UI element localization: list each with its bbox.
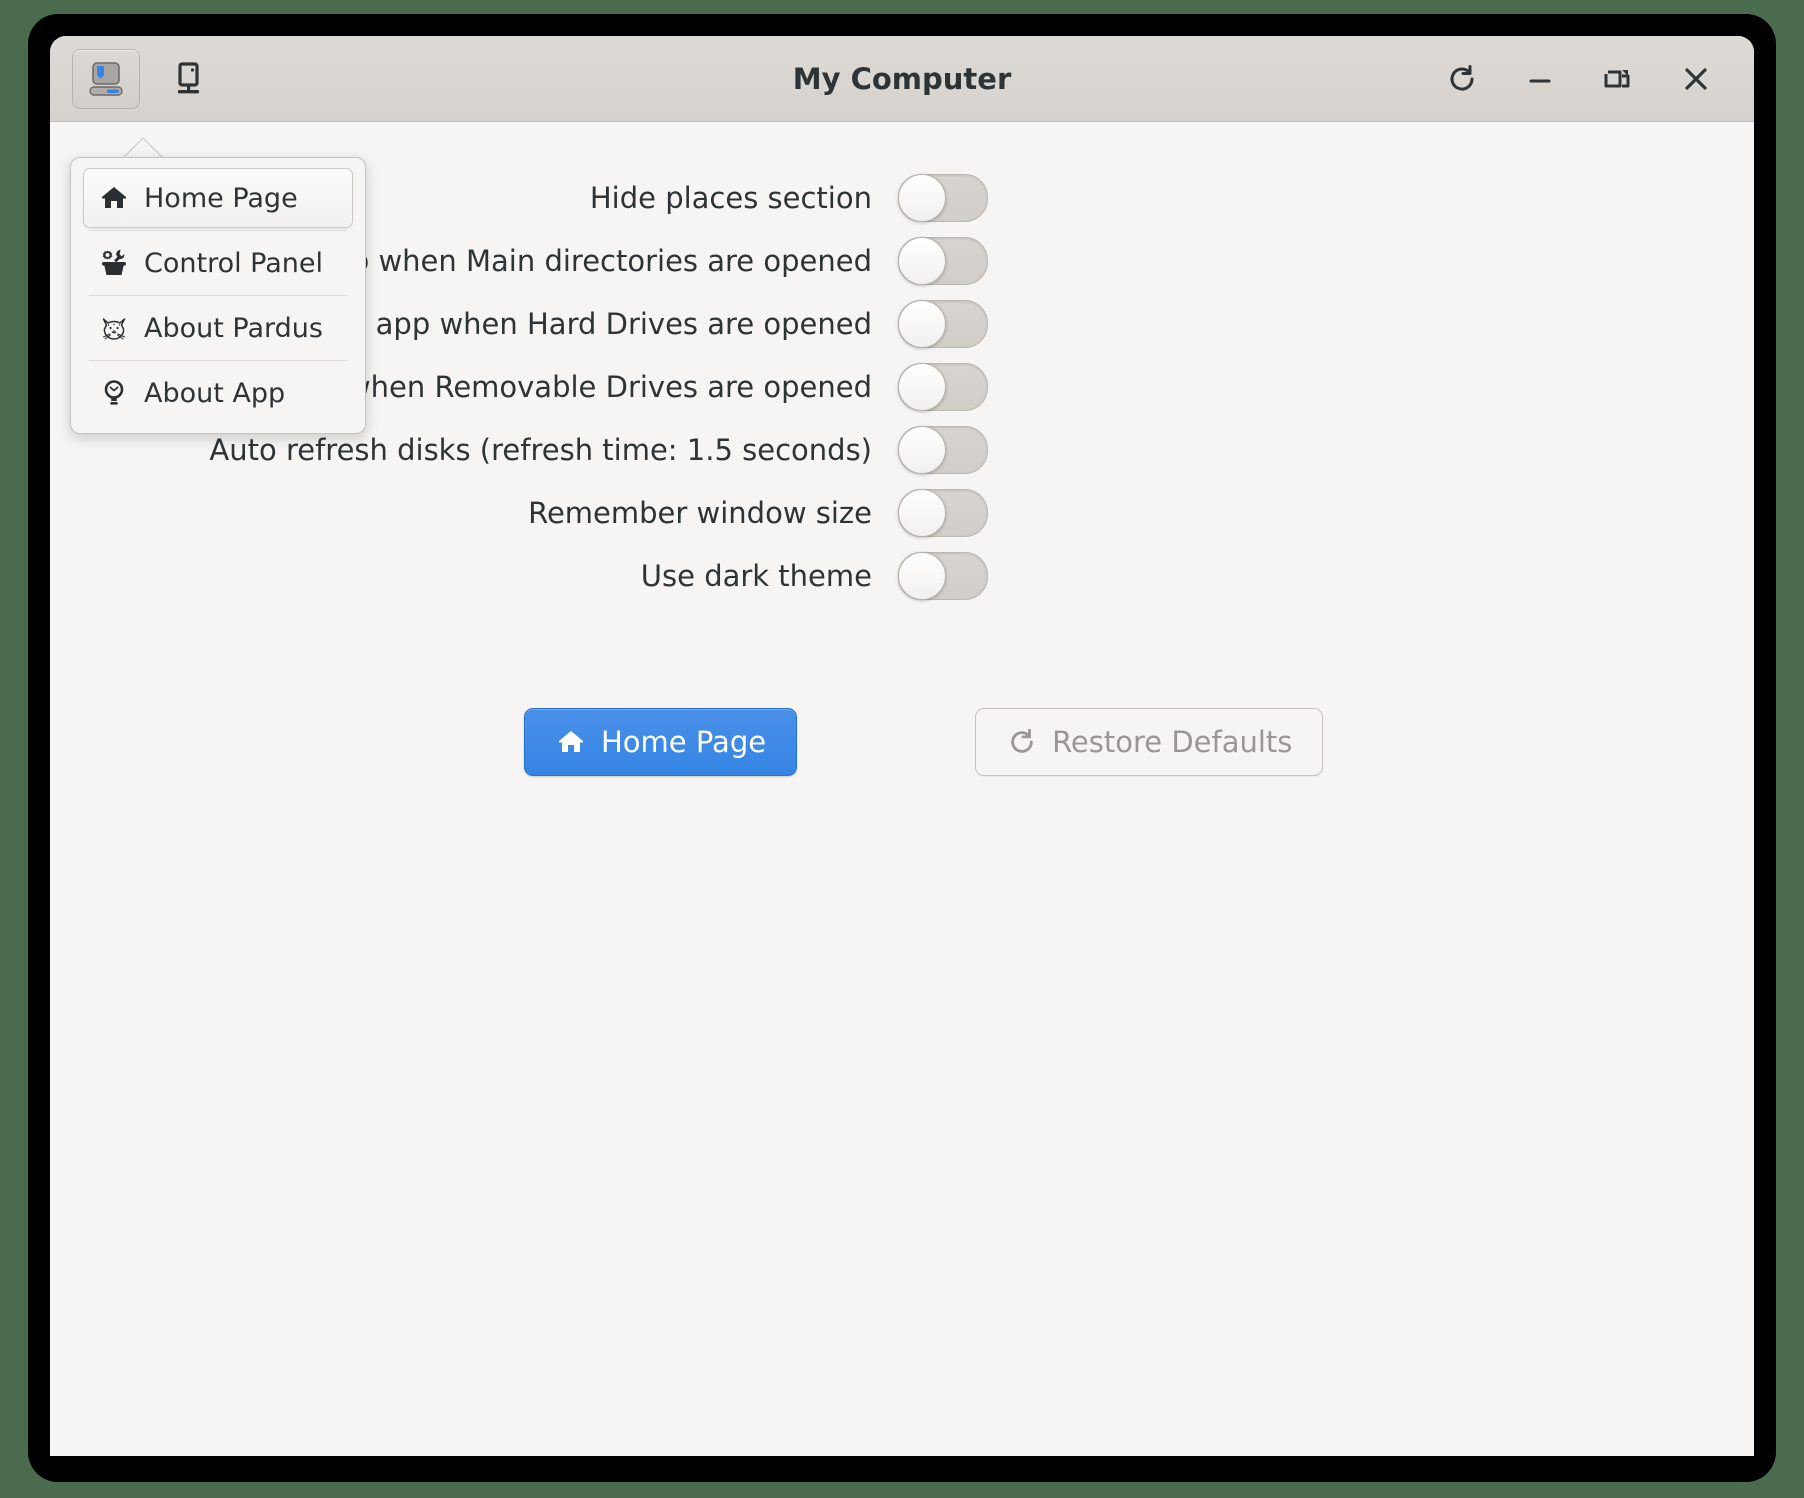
menu-item-home-page[interactable]: Home Page xyxy=(83,168,353,228)
restore-defaults-button-label: Restore Defaults xyxy=(1052,725,1292,759)
restore-defaults-button[interactable]: Restore Defaults xyxy=(975,708,1323,776)
toggle-close-removable-drives[interactable] xyxy=(898,363,988,411)
home-icon xyxy=(98,182,130,214)
toggle-knob xyxy=(898,237,946,285)
control-panel-icon xyxy=(98,247,130,279)
toggle-knob xyxy=(898,174,946,222)
popover-body: Home Page Control Panel xyxy=(70,157,366,434)
home-page-button-label: Home Page xyxy=(601,725,766,759)
application-window: My Computer xyxy=(50,36,1754,1456)
setting-label: Hide places section xyxy=(590,181,872,215)
menu-item-control-panel[interactable]: Control Panel xyxy=(83,233,353,293)
toggle-knob xyxy=(898,300,946,348)
toggle-remember-window-size[interactable] xyxy=(898,489,988,537)
minimize-button[interactable] xyxy=(1518,57,1562,101)
menu-item-label: Control Panel xyxy=(144,248,323,279)
menu-item-label: About Pardus xyxy=(144,313,323,344)
toggle-hide-places[interactable] xyxy=(898,174,988,222)
close-button[interactable] xyxy=(1674,57,1718,101)
action-buttons: Home Page Restore Defaults xyxy=(50,708,1754,776)
setting-row-remember-window-size: Remember window size xyxy=(50,489,988,537)
setting-row-dark-theme: Use dark theme xyxy=(50,552,988,600)
home-icon xyxy=(555,726,587,758)
toggle-knob xyxy=(898,552,946,600)
setting-label: Remember window size xyxy=(528,496,872,530)
menu-item-label: About App xyxy=(144,378,285,409)
pardus-leopard-icon xyxy=(98,312,130,344)
toggle-knob xyxy=(898,363,946,411)
maximize-button[interactable] xyxy=(1596,57,1640,101)
toggle-close-main-dirs[interactable] xyxy=(898,237,988,285)
setting-label: Auto refresh disks (refresh time: 1.5 se… xyxy=(209,433,872,467)
titlebar-left-buttons xyxy=(72,49,222,109)
setting-label: Close app when Hard Drives are opened xyxy=(287,307,872,341)
my-computer-icon xyxy=(85,58,127,100)
menu-item-about-app[interactable]: About App xyxy=(83,363,353,423)
toggle-knob xyxy=(898,426,946,474)
refresh-icon xyxy=(1006,726,1038,758)
menu-item-label: Home Page xyxy=(144,183,298,214)
menu-item-about-pardus[interactable]: About Pardus xyxy=(83,298,353,358)
menu-separator xyxy=(89,360,347,361)
home-page-button[interactable]: Home Page xyxy=(524,708,797,776)
lightbulb-icon xyxy=(98,377,130,409)
toggle-close-hard-drives[interactable] xyxy=(898,300,988,348)
titlebar: My Computer xyxy=(50,36,1754,122)
popover-arrow xyxy=(122,134,162,158)
menu-separator xyxy=(89,230,347,231)
menu-separator xyxy=(89,295,347,296)
setting-label: Use dark theme xyxy=(641,559,872,593)
drives-button[interactable] xyxy=(154,49,222,109)
toggle-auto-refresh[interactable] xyxy=(898,426,988,474)
refresh-button[interactable] xyxy=(1440,57,1484,101)
window-controls xyxy=(1440,57,1732,101)
toggle-knob xyxy=(898,489,946,537)
toggle-dark-theme[interactable] xyxy=(898,552,988,600)
drive-icon xyxy=(169,60,207,98)
my-computer-menu-button[interactable] xyxy=(72,49,140,109)
